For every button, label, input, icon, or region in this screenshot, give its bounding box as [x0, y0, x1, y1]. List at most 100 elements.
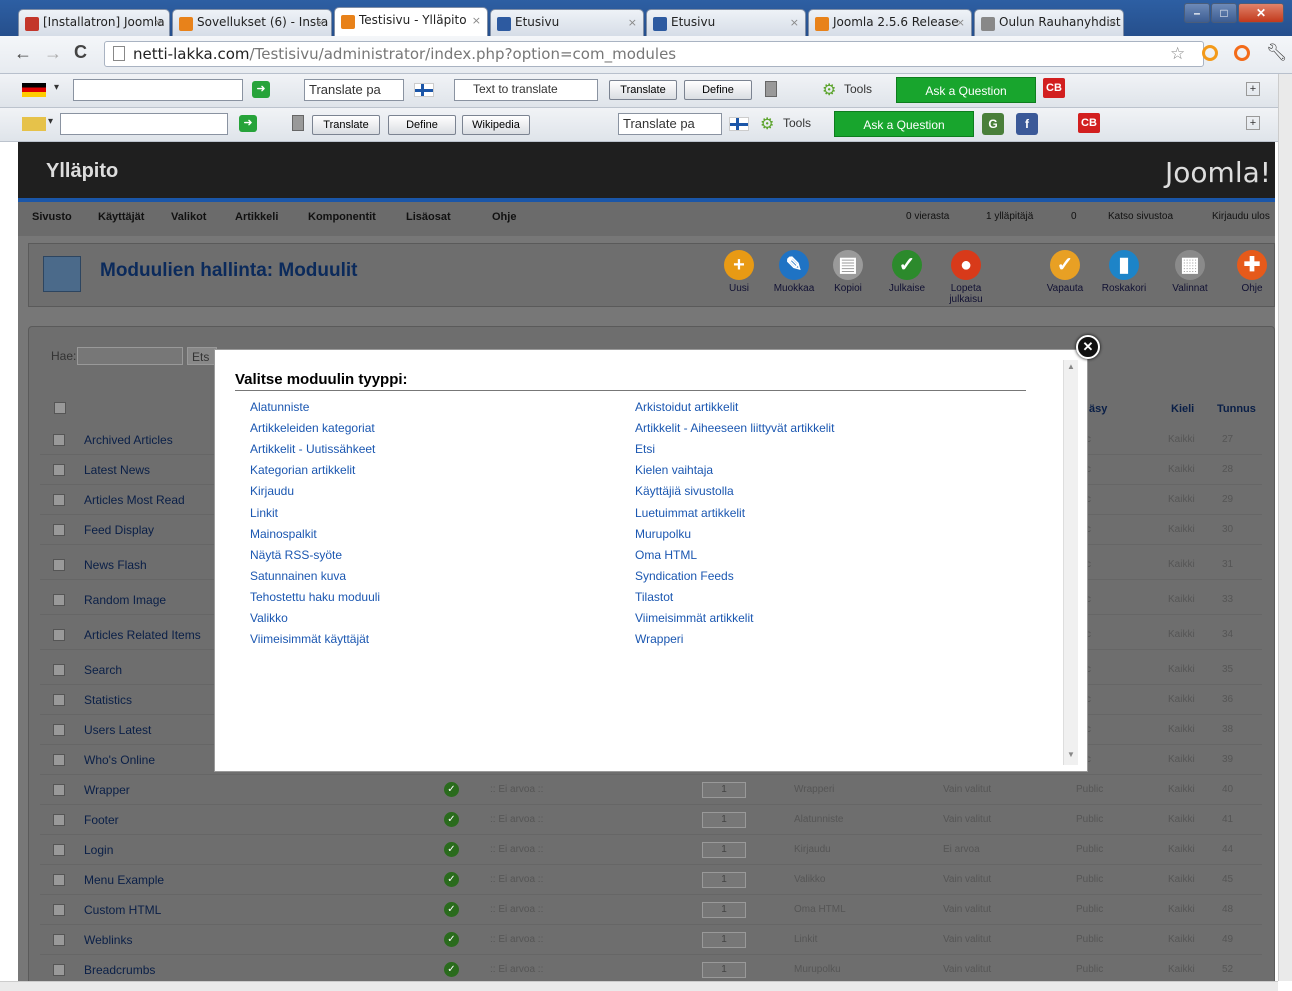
module-name-link[interactable]: Weblinks [84, 933, 132, 947]
module-type-link[interactable]: Viimeisimmät käyttäjät [250, 632, 369, 646]
chevron-down-icon[interactable]: ▾ [54, 82, 59, 93]
row-checkbox[interactable] [53, 964, 65, 976]
module-name-link[interactable]: News Flash [84, 558, 147, 572]
col-id[interactable]: Tunnus [1217, 403, 1256, 415]
toolbar-vapauta-button[interactable]: ✓ Vapauta [1035, 250, 1095, 294]
chevron-down-icon[interactable]: ▾ [48, 116, 53, 127]
module-name-link[interactable]: Statistics [84, 693, 132, 707]
module-name-link[interactable]: Articles Related Items [84, 628, 201, 642]
row-checkbox[interactable] [53, 694, 65, 706]
module-name-link[interactable]: Who's Online [84, 753, 155, 767]
row-checkbox[interactable] [53, 664, 65, 676]
toolbar-lopeta-julkaisu-button[interactable]: ● Lopeta julkaisu [936, 250, 996, 305]
close-tab-icon[interactable]: × [790, 16, 799, 29]
menu-item[interactable]: Lisäosat [406, 211, 451, 223]
module-type-link[interactable]: Artikkelit - Aiheeseen liittyvät artikke… [635, 421, 834, 435]
wrench-icon[interactable]: 🔧︎ [1266, 43, 1288, 63]
order-input[interactable]: 1 [702, 932, 746, 948]
row-checkbox[interactable] [53, 784, 65, 796]
go-icon[interactable]: ➜ [239, 115, 257, 132]
module-type-link[interactable]: Mainospalkit [250, 527, 317, 541]
view-site-link[interactable]: Katso sivustoa [1108, 211, 1173, 222]
translate-select[interactable]: Translate pa [618, 113, 722, 135]
module-name-link[interactable]: Custom HTML [84, 903, 161, 917]
extension-icon[interactable] [1202, 45, 1218, 61]
published-check-icon[interactable]: ✓ [444, 812, 459, 827]
browser-tab[interactable]: Oulun Rauhanyhdist × [974, 9, 1124, 36]
module-name-link[interactable]: Search [84, 663, 122, 677]
row-checkbox[interactable] [53, 629, 65, 641]
select-all-checkbox[interactable] [54, 402, 66, 414]
row-checkbox[interactable] [53, 904, 65, 916]
minimize-button[interactable]: – [1184, 3, 1210, 23]
module-type-link[interactable]: Kielen vaihtaja [635, 463, 713, 477]
published-check-icon[interactable]: ✓ [444, 962, 459, 977]
finnish-flag-icon[interactable] [729, 117, 749, 131]
published-check-icon[interactable]: ✓ [444, 782, 459, 797]
row-checkbox[interactable] [53, 874, 65, 886]
finnish-flag-icon[interactable] [414, 83, 434, 97]
toolbar-valinnat-button[interactable]: ▦ Valinnat [1160, 250, 1220, 294]
module-type-link[interactable]: Oma HTML [635, 548, 697, 562]
module-type-link[interactable]: Etsi [635, 442, 655, 456]
toolbar-muokkaa-button[interactable]: ✎ Muokkaa [764, 250, 824, 294]
module-name-link[interactable]: Random Image [84, 593, 166, 607]
menu-item[interactable]: Valikot [171, 211, 206, 223]
toolbar-kopioi-button[interactable]: ▤ Kopioi [818, 250, 878, 294]
module-type-link[interactable]: Linkit [250, 506, 278, 520]
modal-scrollbar[interactable]: ▲ ▼ [1063, 360, 1078, 765]
translate-select[interactable]: Translate pa [304, 79, 404, 101]
define-button[interactable]: Define [388, 115, 456, 135]
order-input[interactable]: 1 [702, 872, 746, 888]
toolbar-roskakori-button[interactable]: ▮ Roskakori [1094, 250, 1154, 294]
order-input[interactable]: 1 [702, 782, 746, 798]
close-window-button[interactable]: ✕ [1238, 3, 1284, 23]
maximize-button[interactable]: □ [1211, 3, 1237, 23]
cb-icon[interactable]: CB [1078, 113, 1100, 133]
row-checkbox[interactable] [53, 524, 65, 536]
extension-icon[interactable] [1234, 45, 1250, 61]
module-type-link[interactable]: Näytä RSS-syöte [250, 548, 342, 562]
define-button[interactable]: Define [684, 80, 752, 100]
toolbar-ohje-button[interactable]: ✚ Ohje [1222, 250, 1282, 294]
module-name-link[interactable]: Menu Example [84, 873, 164, 887]
tools-menu[interactable]: Tools [783, 116, 811, 130]
module-type-link[interactable]: Viimeisimmät artikkelit [635, 611, 753, 625]
star-icon[interactable]: ☆ [1170, 44, 1185, 64]
module-name-link[interactable]: Breadcrumbs [84, 963, 155, 977]
menu-item[interactable]: Ohje [492, 211, 516, 223]
row-checkbox[interactable] [53, 844, 65, 856]
module-type-link[interactable]: Artikkelit - Uutissähkeet [250, 442, 375, 456]
published-check-icon[interactable]: ✓ [444, 842, 459, 857]
row-checkbox[interactable] [53, 934, 65, 946]
address-bar[interactable]: netti-lakka.com/Testisivu/administrator/… [104, 41, 1204, 67]
cb-icon[interactable]: CB [1043, 78, 1065, 98]
gear-icon[interactable]: ⚙ [822, 80, 836, 100]
module-type-link[interactable]: Murupolku [635, 527, 691, 541]
flag-icon[interactable] [22, 117, 46, 131]
module-type-link[interactable]: Kategorian artikkelit [250, 463, 355, 477]
module-name-link[interactable]: Wrapper [84, 783, 130, 797]
row-checkbox[interactable] [53, 559, 65, 571]
browser-tab[interactable]: [Installatron] Joomla × [18, 9, 170, 36]
page-vertical-scrollbar[interactable] [1278, 74, 1292, 981]
browser-tab[interactable]: Joomla 2.5.6 Release × [808, 9, 972, 36]
browser-tab[interactable]: Etusivu × [490, 9, 644, 36]
add-icon[interactable]: + [1246, 82, 1260, 96]
browser-tab[interactable]: Etusivu × [646, 9, 806, 36]
close-tab-icon[interactable]: × [628, 16, 637, 29]
close-tab-icon[interactable]: × [154, 16, 163, 29]
published-check-icon[interactable]: ✓ [444, 902, 459, 917]
module-name-link[interactable]: Latest News [84, 463, 150, 477]
module-type-link[interactable]: Tehostettu haku moduuli [250, 590, 380, 604]
search-button[interactable]: Ets [187, 347, 217, 365]
toolbar-uusi-button[interactable]: + Uusi [709, 250, 769, 294]
module-type-link[interactable]: Satunnainen kuva [250, 569, 346, 583]
module-type-link[interactable]: Wrapperi [635, 632, 683, 646]
module-type-link[interactable]: Valikko [250, 611, 288, 625]
row-checkbox[interactable] [53, 754, 65, 766]
g-icon[interactable]: G [982, 113, 1004, 135]
back-icon[interactable]: ← [14, 43, 32, 64]
row-checkbox[interactable] [53, 594, 65, 606]
module-type-link[interactable]: Tilastot [635, 590, 673, 604]
